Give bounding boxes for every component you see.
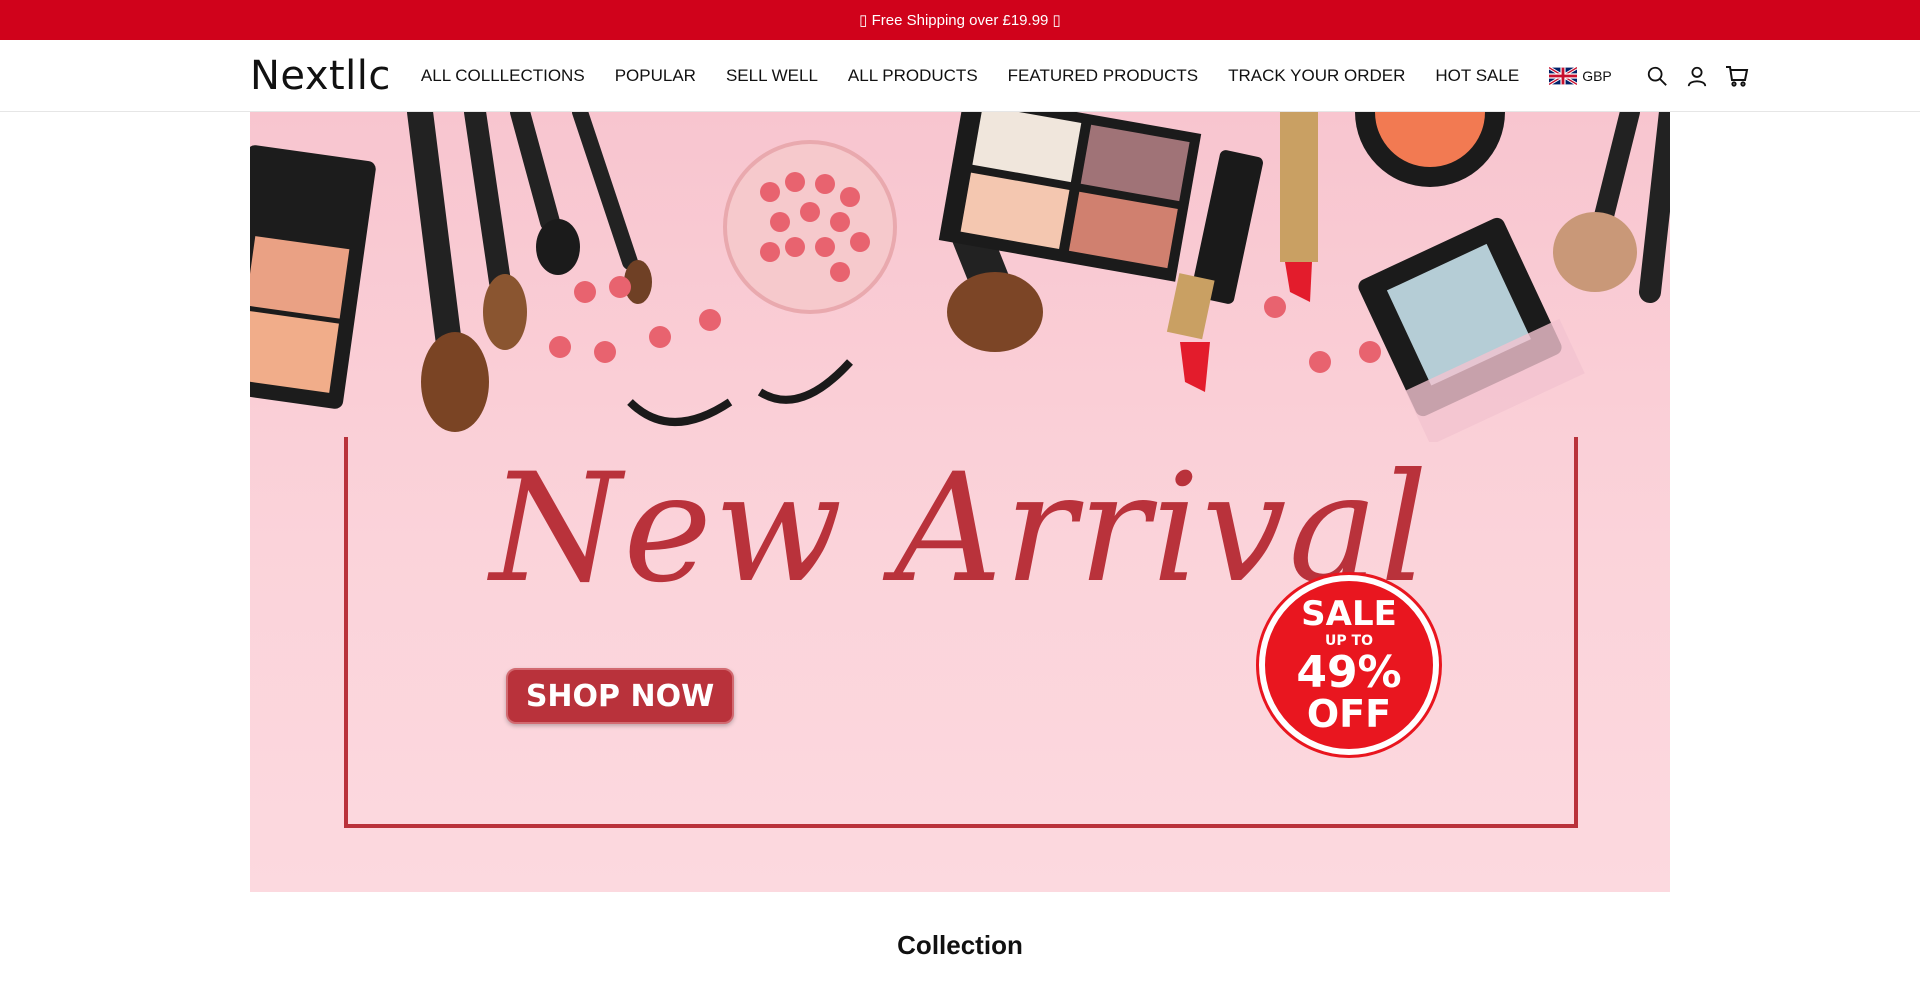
nav-hot-sale[interactable]: HOT SALE xyxy=(1435,66,1519,86)
announcement-bar: ▯ Free Shipping over £19.99 ▯ xyxy=(0,0,1920,40)
sale-badge-line1: SALE xyxy=(1301,594,1397,634)
nav-all-collections[interactable]: ALL COLLLECTIONS xyxy=(421,66,585,86)
site-header: Nextllc ALL COLLLECTIONS POPULAR SELL WE… xyxy=(0,40,1920,112)
nav-all-products[interactable]: ALL PRODUCTS xyxy=(848,66,978,86)
nav-track-order[interactable]: TRACK YOUR ORDER xyxy=(1228,66,1405,86)
cart-icon[interactable] xyxy=(1724,63,1750,89)
nav-popular[interactable]: POPULAR xyxy=(615,66,696,86)
nav-featured-products[interactable]: FEATURED PRODUCTS xyxy=(1008,66,1198,86)
hero-banner[interactable]: New Arrival SHOP NOW SALE UP TO 49% OFF xyxy=(250,112,1670,892)
currency-label: GBP xyxy=(1582,67,1612,84)
banner-headline: New Arrival xyxy=(490,442,1430,616)
collection-heading: Collection xyxy=(897,930,1023,960)
account-icon[interactable] xyxy=(1684,63,1710,89)
announcement-text: ▯ Free Shipping over £19.99 ▯ xyxy=(859,12,1061,29)
sale-badge: SALE UP TO 49% OFF xyxy=(1259,575,1439,755)
header-tools: GBP xyxy=(1549,63,1750,89)
nav-sell-well[interactable]: SELL WELL xyxy=(726,66,818,86)
sale-badge-percent: 49% xyxy=(1296,647,1402,698)
currency-selector[interactable]: GBP xyxy=(1549,66,1612,85)
site-logo[interactable]: Nextllc xyxy=(250,53,391,99)
sale-badge-line2: UP TO xyxy=(1325,633,1373,649)
shop-now-button[interactable]: SHOP NOW xyxy=(506,668,734,724)
main-nav: ALL COLLLECTIONS POPULAR SELL WELL ALL P… xyxy=(421,66,1549,86)
sale-badge-line4: OFF xyxy=(1306,692,1392,736)
uk-flag-icon xyxy=(1549,66,1578,85)
makeup-products-image xyxy=(250,112,1670,442)
search-icon[interactable] xyxy=(1644,63,1670,89)
